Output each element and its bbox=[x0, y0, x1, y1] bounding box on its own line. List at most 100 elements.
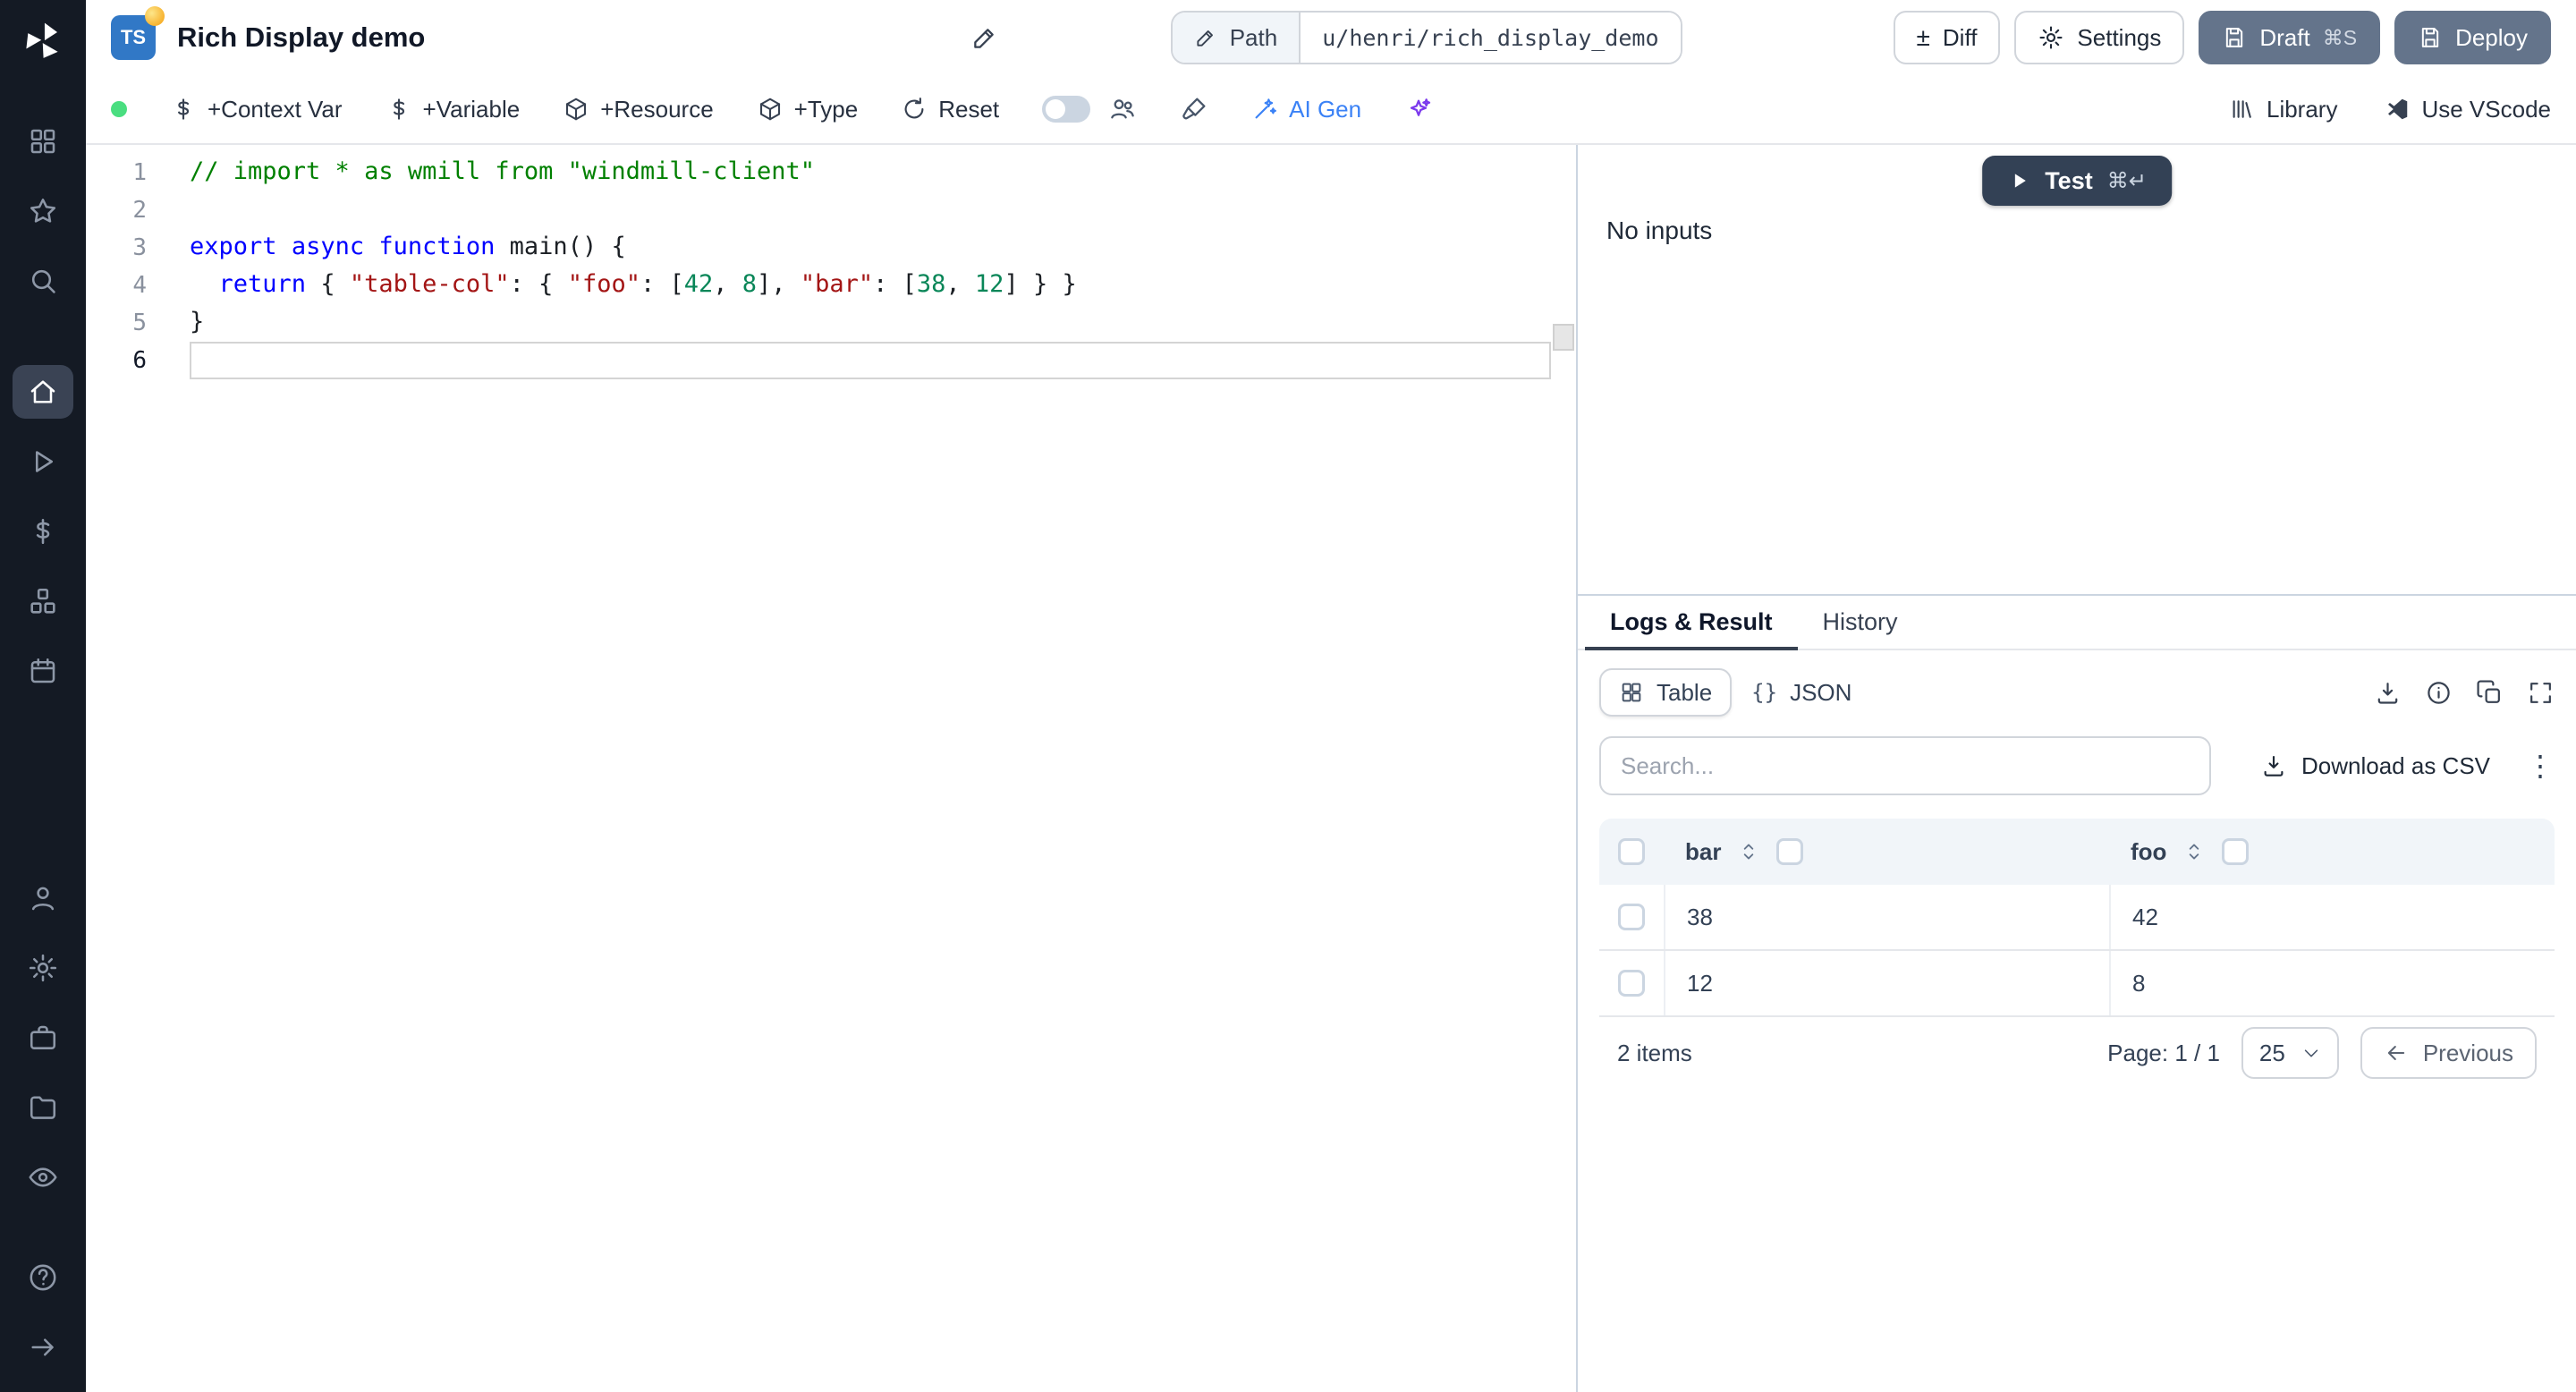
column-checkbox[interactable] bbox=[1776, 838, 1804, 865]
add-variable-button[interactable]: +Variable bbox=[386, 95, 521, 123]
blocks-icon bbox=[30, 588, 55, 614]
test-button-label: Test bbox=[2045, 166, 2093, 194]
windmill-logo-icon[interactable] bbox=[16, 14, 70, 68]
save-icon bbox=[2421, 28, 2439, 47]
sidebar-item-briefcase[interactable] bbox=[13, 1011, 73, 1065]
page-size-select[interactable]: 25 bbox=[2241, 1027, 2339, 1079]
diff-icon: ± bbox=[1916, 23, 1930, 51]
view-json-button[interactable]: {} JSON bbox=[1732, 668, 1871, 717]
editor-scrollbar-thumb[interactable] bbox=[1553, 324, 1574, 351]
test-button[interactable]: Test ⌘↵ bbox=[1982, 156, 2172, 206]
edit-summary-button[interactable] bbox=[970, 23, 999, 52]
toggle-switch[interactable] bbox=[1042, 96, 1091, 123]
sidebar-item-gear[interactable] bbox=[13, 941, 73, 995]
previous-page-button[interactable]: Previous bbox=[2360, 1027, 2537, 1079]
deploy-button[interactable]: Deploy bbox=[2394, 11, 2551, 64]
column-header-foo[interactable]: foo bbox=[2109, 838, 2555, 866]
collaborators-icon[interactable] bbox=[1108, 95, 1137, 123]
row-checkbox[interactable] bbox=[1618, 970, 1645, 997]
sidebar-item-calendar[interactable] bbox=[13, 644, 73, 698]
search-input[interactable] bbox=[1599, 736, 2211, 795]
sidebar-item-apps[interactable] bbox=[13, 115, 73, 168]
top-header: TS Rich Display demo Path u/henri/rich_d… bbox=[86, 0, 2576, 75]
sort-icon[interactable] bbox=[1737, 840, 1760, 863]
download-icon[interactable] bbox=[2374, 679, 2402, 707]
sidebar-item-help[interactable] bbox=[13, 1251, 73, 1304]
code-line-1[interactable]: 1 // import * as wmill from "windmill-cli… bbox=[86, 154, 1576, 191]
main-area: TS Rich Display demo Path u/henri/rich_d… bbox=[86, 0, 2576, 1392]
code-line-6[interactable]: 6 bbox=[86, 342, 1576, 379]
select-all-checkbox[interactable] bbox=[1618, 838, 1645, 865]
content-area: 1 // import * as wmill from "windmill-cli… bbox=[86, 145, 2576, 1392]
result-tabs: Logs & Result History bbox=[1578, 596, 2576, 650]
vscode-icon bbox=[2388, 98, 2408, 120]
add-type-button[interactable]: +Type bbox=[757, 96, 858, 123]
column-header-bar[interactable]: bar bbox=[1664, 838, 2109, 866]
expand-icon[interactable] bbox=[2527, 679, 2555, 707]
no-inputs-label: No inputs bbox=[1606, 216, 1713, 244]
tab-history[interactable]: History bbox=[1798, 596, 1923, 650]
copy-icon[interactable] bbox=[2476, 679, 2504, 707]
result-body: Table {} JSON Search... Download as CSV … bbox=[1578, 650, 2576, 1392]
sidebar-item-eye[interactable] bbox=[13, 1150, 73, 1204]
sidebar-item-search[interactable] bbox=[13, 254, 73, 308]
briefcase-icon bbox=[30, 1025, 56, 1049]
dollar-icon bbox=[36, 518, 50, 545]
diff-button[interactable]: ± Diff bbox=[1893, 11, 2001, 64]
download-csv-button[interactable]: Download as CSV bbox=[2260, 752, 2490, 780]
sidebar-item-folder[interactable] bbox=[13, 1081, 73, 1134]
add-resource-button[interactable]: +Resource bbox=[563, 96, 714, 123]
code-line-2[interactable]: 2 bbox=[86, 191, 1576, 229]
format-brush-icon[interactable] bbox=[1180, 95, 1208, 123]
column-checkbox[interactable] bbox=[2222, 838, 2250, 865]
library-icon bbox=[2233, 100, 2251, 118]
edit-path-button[interactable]: Path bbox=[1172, 13, 1301, 63]
right-panel: Test ⌘↵ No inputs Logs & Result History bbox=[1578, 145, 2576, 1392]
draft-button[interactable]: Draft ⌘S bbox=[2199, 11, 2381, 64]
reset-button[interactable]: Reset bbox=[901, 96, 999, 123]
view-table-button[interactable]: Table bbox=[1599, 668, 1733, 717]
sort-icon[interactable] bbox=[2182, 840, 2206, 863]
add-context-var-label: +Context Var bbox=[208, 95, 343, 123]
sidebar-item-arrow-right[interactable] bbox=[13, 1320, 73, 1374]
diff-button-label: Diff bbox=[1942, 23, 1978, 51]
sidebar-item-home[interactable] bbox=[13, 365, 73, 419]
sidebar-item-blocks[interactable] bbox=[13, 574, 73, 628]
code-line-5[interactable]: 5} bbox=[86, 304, 1576, 342]
table-cell: 42 bbox=[2109, 885, 2555, 949]
sparkles-icon[interactable] bbox=[1404, 95, 1433, 123]
more-options-button[interactable]: ⋮ bbox=[2526, 751, 2555, 780]
add-context-var-button[interactable]: +Context Var bbox=[170, 96, 343, 123]
sidebar-item-star[interactable] bbox=[13, 184, 73, 238]
package-icon bbox=[759, 98, 780, 121]
header-actions: ± Diff Settings Draft ⌘S Deploy bbox=[1893, 11, 2551, 64]
script-path[interactable]: u/henri/rich_display_demo bbox=[1301, 13, 1681, 63]
select-all-cell bbox=[1599, 838, 1664, 865]
download-csv-label: Download as CSV bbox=[2301, 751, 2490, 779]
settings-button[interactable]: Settings bbox=[2014, 11, 2185, 64]
sidebar-item-user[interactable] bbox=[13, 871, 73, 925]
library-label: Library bbox=[2266, 95, 2338, 123]
ai-gen-button[interactable]: AI Gen bbox=[1251, 96, 1361, 123]
code-line-4[interactable]: 4 return { "table-col": { "foo": [42, 8]… bbox=[86, 267, 1576, 304]
code-editor[interactable]: 1 // import * as wmill from "windmill-cli… bbox=[86, 145, 1578, 1392]
use-vscode-label: Use VScode bbox=[2421, 95, 2551, 123]
sidebar-item-dollar[interactable] bbox=[13, 505, 73, 558]
table-header: bar foo bbox=[1599, 819, 2555, 885]
info-icon[interactable] bbox=[2425, 679, 2453, 707]
eye-icon bbox=[29, 1167, 57, 1187]
use-vscode-button[interactable]: Use VScode bbox=[2384, 96, 2551, 123]
gear-icon bbox=[2039, 26, 2063, 49]
arrow-right-icon bbox=[31, 1338, 54, 1356]
run-panel: Test ⌘↵ No inputs bbox=[1578, 145, 2576, 594]
sidebar-item-play[interactable] bbox=[13, 435, 73, 488]
add-variable-label: +Variable bbox=[422, 95, 521, 123]
line-number: 2 bbox=[132, 197, 147, 224]
editor-toolbar: +Context Var +Variable +Resource +Type R… bbox=[86, 75, 2576, 145]
library-button[interactable]: Library bbox=[2229, 96, 2337, 123]
column-label: bar bbox=[1685, 837, 1722, 865]
tab-logs-result[interactable]: Logs & Result bbox=[1585, 596, 1798, 650]
sidebar-group bbox=[13, 365, 73, 698]
row-checkbox[interactable] bbox=[1618, 904, 1645, 930]
code-line-3[interactable]: 3 export async function main() { bbox=[86, 229, 1576, 267]
